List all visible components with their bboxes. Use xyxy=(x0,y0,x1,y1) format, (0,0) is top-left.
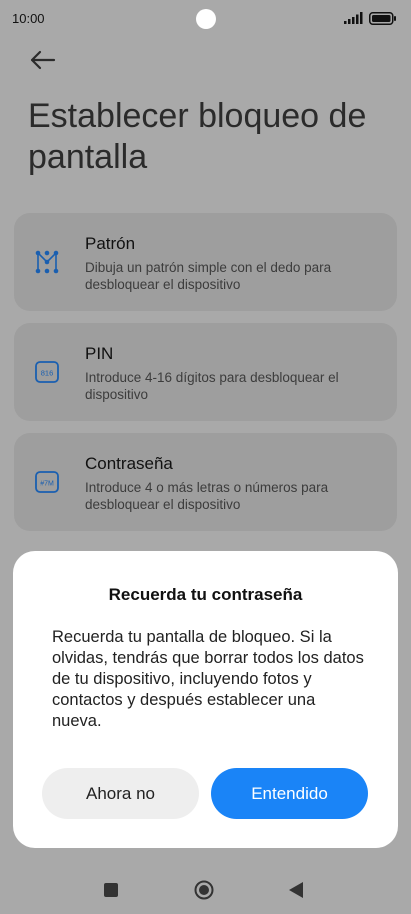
not-now-button[interactable]: Ahora no xyxy=(42,768,199,819)
battery-icon xyxy=(369,12,396,25)
option-title: Contraseña xyxy=(85,454,173,473)
status-time: 10:00 xyxy=(12,11,45,26)
reminder-dialog: Recuerda tu contraseña Recuerda tu panta… xyxy=(13,551,398,848)
password-icon: #7M xyxy=(35,471,59,493)
back-triangle-icon[interactable] xyxy=(288,881,304,899)
option-description: Dibuja un patrón simple con el dedo para… xyxy=(85,260,332,292)
back-arrow-icon[interactable] xyxy=(26,46,58,74)
option-pin[interactable]: 816 PIN Introduce 4-16 dígitos para desb… xyxy=(14,323,397,421)
status-bar: 10:00 xyxy=(0,0,411,36)
page-title: Establecer bloqueo de pantalla xyxy=(28,97,367,176)
option-description: Introduce 4-16 dígitos para desbloquear … xyxy=(85,370,339,402)
option-pattern[interactable]: Patrón Dibuja un patrón simple con el de… xyxy=(14,213,397,311)
dialog-message: Recuerda tu pantalla de bloqueo. Si la o… xyxy=(52,628,364,730)
dialog-title: Recuerda tu contraseña xyxy=(108,585,303,604)
svg-text:816: 816 xyxy=(41,369,54,378)
option-title: Patrón xyxy=(85,234,136,253)
svg-text:#7M: #7M xyxy=(40,481,54,488)
understood-button[interactable]: Entendido xyxy=(211,768,368,819)
option-title: PIN xyxy=(85,344,114,363)
home-icon[interactable] xyxy=(194,880,214,900)
pin-icon: 816 xyxy=(35,361,59,383)
option-password[interactable]: #7M Contraseña Introduce 4 o más letras … xyxy=(14,433,397,531)
signal-icon xyxy=(344,12,363,24)
navigation-bar xyxy=(0,860,411,914)
recents-icon[interactable] xyxy=(104,883,118,897)
pattern-icon xyxy=(35,250,59,274)
option-description: Introduce 4 o más letras o números para … xyxy=(85,480,329,512)
front-camera xyxy=(196,9,216,29)
